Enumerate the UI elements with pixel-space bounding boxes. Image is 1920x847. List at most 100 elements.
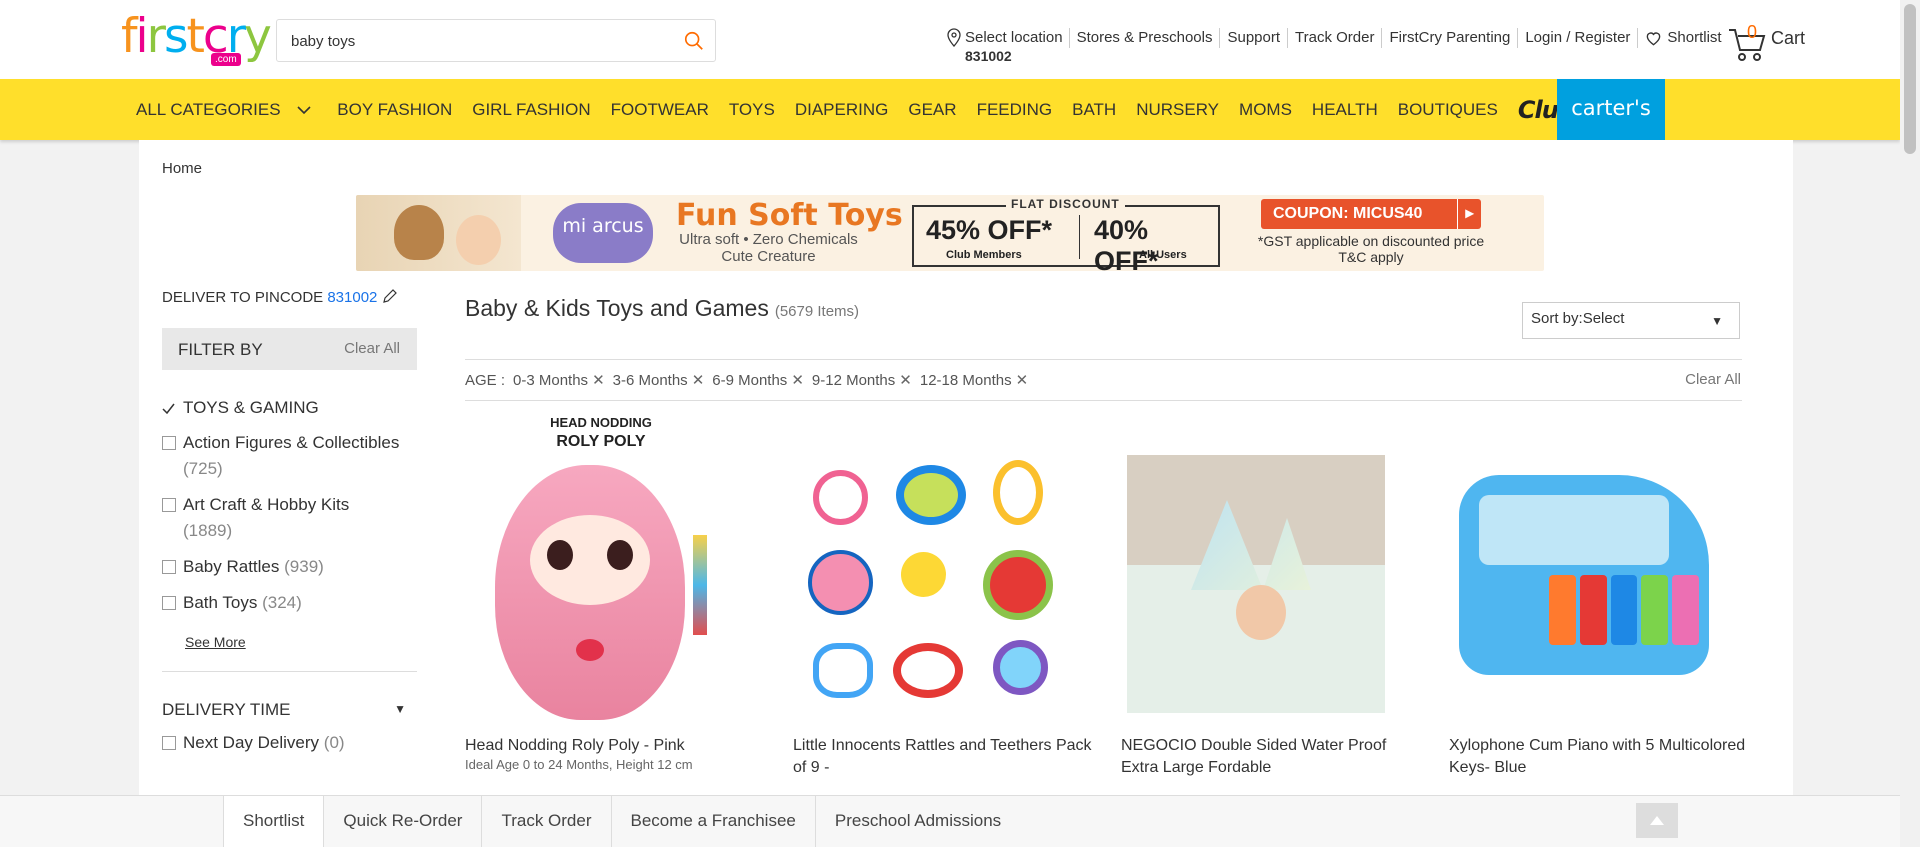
link-support[interactable]: Support — [1219, 28, 1287, 48]
footer-preschool[interactable]: Preschool Admissions — [816, 796, 1020, 847]
banner-title: Fun Soft Toys — [676, 198, 903, 233]
nav-gear[interactable]: GEAR — [908, 100, 956, 120]
footer-quick-reorder[interactable]: Quick Re-Order — [324, 796, 483, 847]
filter-bath-toys[interactable]: Bath Toys (324) — [162, 590, 417, 616]
search-box[interactable] — [276, 19, 716, 62]
product-image[interactable]: HEAD NODDING ROLY POLY — [465, 415, 737, 723]
promo-banner[interactable]: mi arcus Fun Soft Toys Ultra soft • Zero… — [356, 195, 1544, 271]
pincode-value[interactable]: 831002 — [327, 289, 377, 306]
scroll-to-top-button[interactable] — [1636, 803, 1678, 838]
link-track-order[interactable]: Track Order — [1287, 28, 1381, 48]
checkbox[interactable] — [162, 498, 176, 512]
footer-franchisee[interactable]: Become a Franchisee — [612, 796, 816, 847]
filter-baby-rattles[interactable]: Baby Rattles (939) — [162, 554, 417, 580]
carters-logo[interactable]: carter's — [1557, 79, 1665, 140]
deliver-label: DELIVER TO PINCODE — [162, 289, 324, 306]
product-card[interactable]: HEAD NODDING ROLY POLY Head Nodding Roly… — [465, 415, 765, 772]
product-image[interactable] — [1449, 415, 1721, 723]
breadcrumb[interactable]: Home — [162, 160, 202, 177]
filter-art-craft[interactable]: Art Craft & Hobby Kits (1889) — [162, 492, 417, 544]
search-icon[interactable] — [683, 30, 705, 52]
filter-action-figures[interactable]: Action Figures & Collectibles (725) — [162, 430, 417, 482]
filter-next-day[interactable]: Next Day Delivery (0) — [162, 730, 417, 756]
category-nav: ALL CATEGORIES BOY FASHION GIRL FASHION … — [0, 79, 1900, 140]
checkbox[interactable] — [162, 596, 176, 610]
clear-all-filters[interactable]: Clear All — [344, 340, 400, 357]
see-more-link[interactable]: See More — [185, 634, 417, 650]
search-input[interactable] — [291, 29, 661, 53]
heart-icon — [1647, 31, 1661, 45]
delivery-time-label: DELIVERY TIME — [162, 700, 291, 719]
product-name[interactable]: Xylophone Cum Piano with 5 Multicolored … — [1449, 735, 1749, 779]
nav-bath[interactable]: BATH — [1072, 100, 1116, 120]
filter-count: (939) — [284, 557, 324, 576]
chip-label: 6-9 Months — [712, 372, 788, 389]
filter-count: (1889) — [183, 521, 233, 540]
sort-dropdown[interactable]: Sort by:Select ▼ — [1522, 302, 1740, 339]
product-subtitle: Ideal Age 0 to 24 Months, Height 12 cm — [465, 757, 693, 772]
checkbox[interactable] — [162, 560, 176, 574]
select-location[interactable]: Select location 831002 — [940, 28, 1069, 66]
link-stores[interactable]: Stores & Preschools — [1068, 28, 1220, 48]
scrollbar-thumb[interactable] — [1904, 4, 1916, 154]
shortlist-link[interactable]: Shortlist — [1637, 28, 1728, 48]
nav-nursery[interactable]: NURSERY — [1136, 100, 1219, 120]
nav-toys[interactable]: TOYS — [729, 100, 775, 120]
nav-diapering[interactable]: DIAPERING — [795, 100, 889, 120]
clear-all-chips[interactable]: Clear All — [1685, 371, 1741, 388]
cart-button[interactable]: 0 Cart — [1727, 22, 1807, 62]
category-toys-gaming[interactable]: TOYS & GAMING — [162, 398, 417, 418]
link-login[interactable]: Login / Register — [1517, 28, 1637, 48]
product-name[interactable]: Head Nodding Roly Poly - Pink — [465, 735, 765, 757]
header: firstcry .com Select location 831002 Stor… — [0, 0, 1900, 79]
firstcry-logo[interactable]: firstcry .com — [121, 13, 272, 71]
product-card[interactable]: NEGOCIO Double Sided Water Proof Extra L… — [1121, 415, 1421, 779]
filter-label: Action Figures & Collectibles — [183, 433, 400, 452]
product-card[interactable]: Little Innocents Rattles and Teethers Pa… — [793, 415, 1093, 779]
filter-count: (324) — [262, 593, 302, 612]
nav-health[interactable]: HEALTH — [1312, 100, 1378, 120]
product-name[interactable]: Little Innocents Rattles and Teethers Pa… — [793, 735, 1093, 779]
close-icon[interactable]: ✕ — [592, 372, 605, 389]
filter-label: Next Day Delivery — [183, 733, 320, 752]
nav-footwear[interactable]: FOOTWEAR — [611, 100, 709, 120]
filter-chip[interactable]: 12-18 Months ✕ — [920, 371, 1028, 389]
product-name[interactable]: NEGOCIO Double Sided Water Proof Extra L… — [1121, 735, 1421, 779]
image-caption-line1: HEAD NODDING — [550, 415, 652, 430]
filter-by-bar: FILTER BY Clear All — [162, 328, 417, 370]
filter-chip[interactable]: 6-9 Months ✕ — [712, 371, 804, 389]
caret-down-icon: ▼ — [1711, 314, 1723, 328]
filter-chip[interactable]: 3-6 Months ✕ — [613, 371, 705, 389]
nav-all-categories-label: ALL CATEGORIES — [136, 99, 281, 119]
image-caption-line2: ROLY POLY — [556, 433, 646, 450]
gst-note: *GST applicable on discounted price T&C … — [1257, 233, 1485, 265]
nav-feeding[interactable]: FEEDING — [977, 100, 1053, 120]
close-icon[interactable]: ✕ — [1016, 372, 1029, 389]
filter-count: (725) — [183, 459, 223, 478]
checkbox[interactable] — [162, 736, 176, 750]
close-icon[interactable]: ✕ — [791, 372, 804, 389]
discount-head: FLAT DISCOUNT — [1006, 197, 1125, 211]
nav-girl-fashion[interactable]: GIRL FASHION — [472, 100, 590, 120]
footer-shortlist[interactable]: Shortlist — [223, 796, 325, 847]
edit-pencil-icon[interactable] — [382, 288, 398, 304]
filter-count: (0) — [323, 733, 345, 752]
discount-club-sub: Club Members — [946, 249, 1022, 261]
close-icon[interactable]: ✕ — [899, 372, 912, 389]
product-card[interactable]: Xylophone Cum Piano with 5 Multicolored … — [1449, 415, 1749, 779]
bottom-bar: Shortlist Quick Re-Order Track Order Bec… — [0, 795, 1900, 847]
filter-chip[interactable]: 9-12 Months ✕ — [812, 371, 912, 389]
close-icon[interactable]: ✕ — [692, 372, 705, 389]
nav-moms[interactable]: MOMS — [1239, 100, 1292, 120]
checkbox[interactable] — [162, 436, 176, 450]
delivery-time-header[interactable]: DELIVERY TIME ▼ — [162, 700, 417, 720]
product-image[interactable] — [793, 415, 1065, 723]
product-image[interactable] — [1121, 415, 1393, 723]
nav-boutiques[interactable]: BOUTIQUES — [1398, 100, 1498, 120]
nav-all-categories[interactable]: ALL CATEGORIES — [136, 100, 311, 120]
footer-track-order[interactable]: Track Order — [482, 796, 612, 847]
link-parenting[interactable]: FirstCry Parenting — [1381, 28, 1517, 48]
nav-boy-fashion[interactable]: BOY FASHION — [337, 100, 452, 120]
filter-chip[interactable]: 0-3 Months ✕ — [513, 371, 605, 389]
scrollbar[interactable] — [1900, 0, 1920, 847]
